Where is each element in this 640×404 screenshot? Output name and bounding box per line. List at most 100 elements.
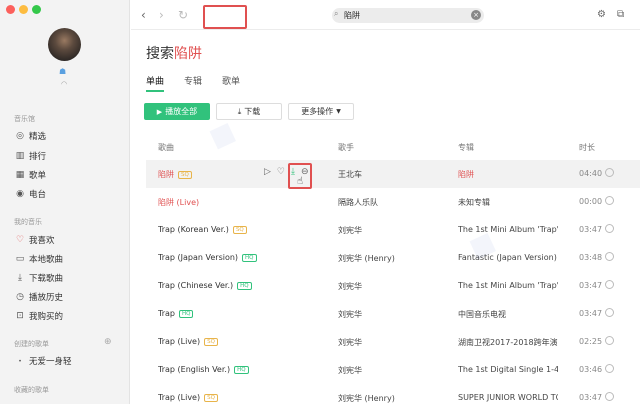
heart-icon: ♡ bbox=[15, 235, 25, 245]
sidebar-item-featured[interactable]: ◎ 精选 bbox=[14, 129, 46, 143]
song-title[interactable]: Trap (Live) SQ bbox=[158, 393, 218, 402]
play-all-button[interactable]: ▶ 播放全部 bbox=[144, 103, 210, 120]
more-options-icon[interactable] bbox=[605, 364, 614, 373]
download-icon: ⤓ bbox=[237, 106, 242, 116]
like-heart-icon[interactable]: ♡ bbox=[277, 167, 285, 177]
more-options-icon[interactable] bbox=[605, 392, 614, 401]
more-options-icon[interactable] bbox=[605, 336, 614, 345]
artist-name[interactable]: 刘宪华 bbox=[338, 337, 448, 348]
table-row[interactable]: Trap (Chinese Ver.) HQ 刘宪华 The 1st Mini Alb… bbox=[146, 272, 640, 300]
artist-name[interactable]: 刘宪华 bbox=[338, 225, 448, 236]
more-options-icon[interactable] bbox=[605, 280, 614, 289]
album-name[interactable]: 中国音乐电视 bbox=[458, 309, 558, 320]
duration: 03:46 bbox=[579, 365, 603, 374]
artist-name[interactable]: 刘宪华 bbox=[338, 281, 448, 292]
duration: 03:47 bbox=[579, 309, 603, 318]
compass-icon: ◎ bbox=[16, 131, 24, 141]
search-input[interactable]: 陷阱 bbox=[344, 10, 360, 21]
album-name[interactable]: The 1st Digital Single 1-4-3 bbox=[458, 365, 558, 374]
settings-icon[interactable]: ⚙ bbox=[597, 9, 606, 20]
table-row[interactable]: Trap (Japan Version) HQ 刘宪华 (Henry) Fantast… bbox=[146, 244, 640, 272]
clear-search-icon[interactable]: × bbox=[471, 10, 481, 20]
minimize-window-button[interactable] bbox=[19, 5, 28, 14]
sidebar-item-local[interactable]: ▭ 本地歌曲 bbox=[14, 252, 63, 266]
table-row[interactable]: 陷阱 SQ 王北车 陷阱 04:40 ▷ ♡ ⤓ ⊖ bbox=[146, 160, 640, 188]
artist-name[interactable]: 刘宪华 bbox=[338, 309, 448, 320]
more-actions-button[interactable]: 更多操作 ▼ bbox=[288, 103, 354, 120]
refresh-icon[interactable]: ↻ bbox=[178, 8, 188, 22]
more-options-icon[interactable] bbox=[605, 196, 614, 205]
song-title[interactable]: Trap (Live) SQ bbox=[158, 337, 218, 346]
song-title[interactable]: Trap (Korean Ver.) SQ bbox=[158, 225, 247, 234]
table-row[interactable]: Trap (Korean Ver.) SQ 刘宪华 The 1st Mini Albu… bbox=[146, 216, 640, 244]
section-collected-playlists: 收藏的歌单 bbox=[14, 386, 49, 394]
column-header-song[interactable]: 歌曲 bbox=[158, 142, 174, 153]
more-options-icon[interactable] bbox=[605, 252, 614, 261]
table-row[interactable]: Trap (English Ver.) HQ 刘宪华 The 1st Digital … bbox=[146, 356, 640, 384]
avatar[interactable] bbox=[48, 28, 81, 61]
song-title[interactable]: Trap (Chinese Ver.) HQ bbox=[158, 281, 252, 290]
artist-name[interactable]: 刘宪华 bbox=[338, 365, 448, 376]
search-icon: ⌕ bbox=[334, 9, 339, 18]
section-online-music: 音乐馆 bbox=[14, 115, 35, 123]
song-title[interactable]: Trap (Japan Version) HQ bbox=[158, 253, 257, 262]
table-row[interactable]: 陷阱 (Live) 隔路人乐队 未知专辑 00:00 bbox=[146, 188, 640, 216]
add-playlist-icon[interactable]: ⊕ bbox=[104, 337, 112, 347]
play-icon[interactable]: ▷ bbox=[264, 167, 271, 177]
more-options-icon[interactable] bbox=[605, 308, 614, 317]
song-title[interactable]: Trap (English Ver.) HQ bbox=[158, 365, 249, 374]
sidebar: ☗ ◠ 音乐馆 ◎ 精选 ▥ 排行 ▦ 歌单 ◉ 电台 我的音乐 ♡ 我喜欢 ▭ 本地歌曲 … bbox=[0, 0, 130, 404]
wifi-icon: ◠ bbox=[61, 80, 68, 88]
computer-icon: ▭ bbox=[15, 254, 25, 264]
column-header-artist[interactable]: 歌手 bbox=[338, 142, 354, 153]
album-name[interactable]: The 1st Mini Album 'Trap' bbox=[458, 281, 558, 290]
sidebar-item-downloads[interactable]: ⤓ 下载歌曲 bbox=[14, 271, 63, 285]
table-row[interactable]: Trap (Live) SQ 刘宪华 (Henry) SUPER JUNIOR WOR… bbox=[146, 384, 640, 404]
quality-badge: HQ bbox=[237, 282, 252, 290]
download-icon: ⤓ bbox=[18, 273, 22, 283]
duration: 03:47 bbox=[579, 393, 603, 402]
close-window-button[interactable] bbox=[6, 5, 15, 14]
table-row[interactable]: Trap HQ 刘宪华 中国音乐电视 03:47 bbox=[146, 300, 640, 328]
artist-name[interactable]: 刘宪华 (Henry) bbox=[338, 393, 448, 404]
playlist-icon: ▦ bbox=[15, 170, 25, 180]
artist-name[interactable]: 刘宪华 (Henry) bbox=[338, 253, 448, 264]
forward-icon[interactable]: › bbox=[159, 8, 164, 22]
album-name[interactable]: SUPER JUNIOR WORLD TOUR bbox=[458, 393, 558, 402]
column-header-album[interactable]: 专辑 bbox=[458, 142, 474, 153]
zoom-window-button[interactable] bbox=[32, 5, 41, 14]
more-options-icon[interactable] bbox=[605, 168, 614, 177]
tab-albums[interactable]: 专辑 bbox=[184, 74, 202, 92]
search-box[interactable]: ⌕ 陷阱 × bbox=[332, 8, 484, 23]
column-header-duration[interactable]: 时长 bbox=[579, 142, 595, 153]
play-icon: ▶ bbox=[156, 107, 163, 116]
sidebar-item-playlist[interactable]: • 无爱一身轻 bbox=[14, 354, 71, 368]
table-row[interactable]: Trap (Live)SQ 刘宪华湖南卫视2017-2018跨年演唱会 02:25 bbox=[146, 328, 640, 356]
bag-icon: ⊡ bbox=[16, 311, 24, 321]
sidebar-item-favorites[interactable]: ♡ 我喜欢 bbox=[14, 233, 55, 247]
sidebar-item-playlists[interactable]: ▦ 歌单 bbox=[14, 168, 46, 182]
sidebar-item-radio[interactable]: ◉ 电台 bbox=[14, 187, 46, 201]
sidebar-item-history[interactable]: ◷ 播放历史 bbox=[14, 290, 63, 304]
song-title[interactable]: Trap HQ bbox=[158, 309, 194, 318]
mini-mode-icon[interactable]: ⧉ bbox=[617, 9, 624, 20]
back-icon[interactable]: ‹ bbox=[141, 8, 146, 22]
sidebar-item-purchased[interactable]: ⊡ 我购买的 bbox=[14, 309, 63, 323]
more-options-icon[interactable] bbox=[605, 224, 614, 233]
tab-songs[interactable]: 单曲 bbox=[146, 74, 165, 92]
sidebar-item-charts[interactable]: ▥ 排行 bbox=[14, 149, 46, 163]
radio-icon: ◉ bbox=[16, 189, 24, 199]
section-my-music: 我的音乐 bbox=[14, 218, 42, 226]
quality-badge: SQ bbox=[204, 394, 218, 402]
artist-name[interactable]: 隔路人乐队 bbox=[338, 197, 448, 208]
song-title[interactable]: 陷阱 (Live) bbox=[158, 197, 199, 208]
album-name[interactable]: 未知专辑 bbox=[458, 197, 558, 208]
quality-badge: HQ bbox=[242, 254, 257, 262]
album-name[interactable]: 湖南卫视2017-2018跨年演唱会 bbox=[458, 337, 558, 348]
quality-badge: HQ bbox=[178, 310, 194, 318]
artist-name[interactable]: 王北车 bbox=[338, 169, 448, 180]
watermark-icon: ■ bbox=[204, 116, 240, 154]
song-title[interactable]: 陷阱 SQ bbox=[158, 169, 192, 180]
album-name[interactable]: 陷阱 bbox=[458, 169, 558, 180]
tab-playlists[interactable]: 歌单 bbox=[222, 74, 240, 92]
